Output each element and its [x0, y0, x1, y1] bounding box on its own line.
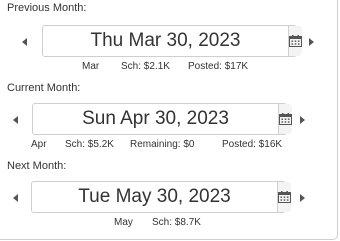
- current-month-date-input[interactable]: [33, 104, 278, 134]
- previous-month-date-input[interactable]: [43, 26, 288, 56]
- previous-month-next-button[interactable]: [305, 36, 317, 48]
- current-month-scheduled: Sch: $5.2K: [65, 139, 114, 150]
- current-month-remaining: Remaining: $0: [130, 139, 195, 150]
- calendar-icon: [278, 191, 291, 203]
- previous-month-label: Previous Month:: [7, 2, 87, 14]
- next-month-prev-button[interactable]: [10, 192, 22, 204]
- current-month-month: Apr: [31, 139, 47, 150]
- current-month-posted: Posted: $16K: [222, 139, 283, 150]
- next-month-scheduled: Sch: $8.7K: [152, 217, 201, 228]
- next-month-date-input[interactable]: [32, 182, 277, 212]
- previous-month-calendar-button[interactable]: [288, 26, 302, 56]
- current-month-prev-button[interactable]: [10, 114, 22, 126]
- previous-month-prev-button[interactable]: [19, 36, 31, 48]
- calendar-icon: [279, 113, 292, 125]
- current-month-next-button[interactable]: [296, 114, 308, 126]
- caret-left-icon: [13, 194, 18, 202]
- next-month-label: Next Month:: [7, 160, 67, 172]
- caret-right-icon: [300, 116, 305, 124]
- next-month-next-button[interactable]: [296, 192, 308, 204]
- month-selector-panel: Previous Month: Mar Sch: $2.1K Posted: $…: [0, 0, 338, 240]
- previous-month-month: Mar: [82, 61, 100, 72]
- caret-right-icon: [300, 194, 305, 202]
- current-month-calendar-button[interactable]: [278, 104, 292, 134]
- next-month-date-picker: [31, 181, 291, 213]
- calendar-icon: [289, 35, 302, 47]
- next-month-calendar-button[interactable]: [277, 182, 291, 212]
- previous-month-posted: Posted: $17K: [188, 61, 249, 72]
- caret-left-icon: [13, 116, 18, 124]
- next-month-month: May: [114, 217, 133, 228]
- current-month-date-picker: [32, 103, 292, 135]
- caret-right-icon: [309, 38, 314, 46]
- current-month-label: Current Month:: [7, 82, 81, 94]
- caret-left-icon: [22, 38, 27, 46]
- previous-month-scheduled: Sch: $2.1K: [121, 61, 170, 72]
- previous-month-date-picker: [42, 25, 302, 57]
